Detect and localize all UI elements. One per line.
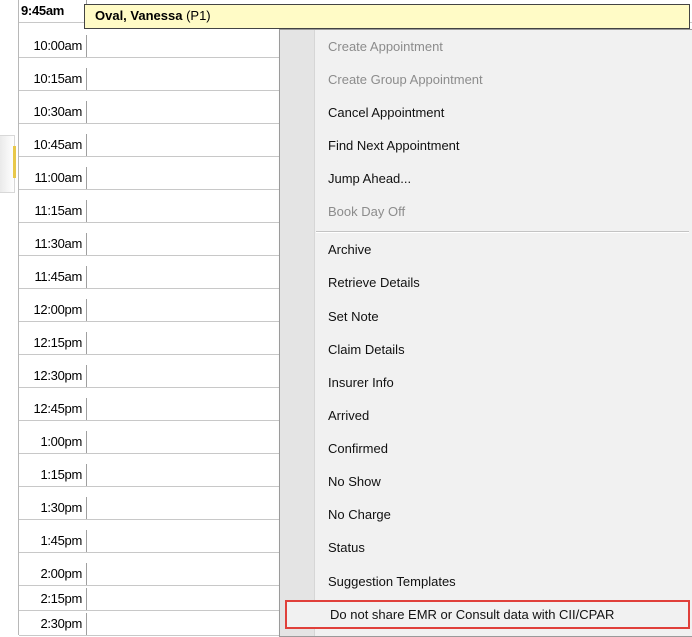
adjacent-panel-edge — [0, 135, 16, 193]
menu-item-jump-ahead[interactable]: Jump Ahead... — [328, 168, 411, 190]
menu-separator — [316, 231, 689, 233]
time-label: 12:00pm — [19, 299, 87, 321]
menu-icon-gutter — [280, 30, 315, 636]
time-label: 2:00pm — [19, 563, 87, 585]
appointment-context-menu: Create Appointment Create Group Appointm… — [279, 29, 692, 637]
menu-item-book-day-off[interactable]: Book Day Off — [328, 201, 405, 223]
time-label: 9:45am — [19, 0, 87, 22]
menu-item-no-show[interactable]: No Show — [328, 471, 381, 493]
menu-item-find-next-appointment[interactable]: Find Next Appointment — [328, 135, 460, 157]
time-label: 1:00pm — [19, 431, 87, 453]
menu-item-cancel-appointment[interactable]: Cancel Appointment — [328, 102, 444, 124]
menu-item-set-note[interactable]: Set Note — [328, 306, 379, 328]
menu-item-arrived[interactable]: Arrived — [328, 405, 369, 427]
time-label: 11:45am — [19, 266, 87, 288]
time-label: 11:00am — [19, 167, 87, 189]
patient-name: Oval, Vanessa — [95, 8, 183, 23]
time-label: 1:45pm — [19, 530, 87, 552]
time-label: 12:45pm — [19, 398, 87, 420]
menu-item-claim-details[interactable]: Claim Details — [328, 339, 405, 361]
time-label: 10:15am — [19, 68, 87, 90]
menu-item-insurer-info[interactable]: Insurer Info — [328, 372, 394, 394]
menu-item-create-appointment[interactable]: Create Appointment — [328, 36, 443, 58]
menu-item-do-not-share-emr[interactable]: Do not share EMR or Consult data with CI… — [285, 600, 690, 629]
menu-item-retrieve-details[interactable]: Retrieve Details — [328, 272, 420, 294]
appointment-block[interactable]: Oval, Vanessa (P1) — [84, 4, 690, 29]
menu-item-create-group-appointment[interactable]: Create Group Appointment — [328, 69, 483, 91]
time-label: 12:15pm — [19, 332, 87, 354]
time-label: 1:30pm — [19, 497, 87, 519]
time-label: 2:15pm — [19, 588, 87, 610]
time-label: 10:30am — [19, 101, 87, 123]
menu-item-archive[interactable]: Archive — [328, 239, 371, 261]
provider-code: (P1) — [186, 8, 211, 23]
time-label: 11:30am — [19, 233, 87, 255]
time-label: 1:15pm — [19, 464, 87, 486]
menu-item-confirmed[interactable]: Confirmed — [328, 438, 388, 460]
time-label: 10:00am — [19, 35, 87, 57]
time-label: 2:30pm — [19, 613, 87, 635]
time-label: 11:15am — [19, 200, 87, 222]
menu-item-suggestion-templates[interactable]: Suggestion Templates — [328, 571, 456, 593]
menu-item-no-charge[interactable]: No Charge — [328, 504, 391, 526]
time-label: 10:45am — [19, 134, 87, 156]
time-label: 12:30pm — [19, 365, 87, 387]
menu-item-status[interactable]: Status — [328, 537, 365, 559]
